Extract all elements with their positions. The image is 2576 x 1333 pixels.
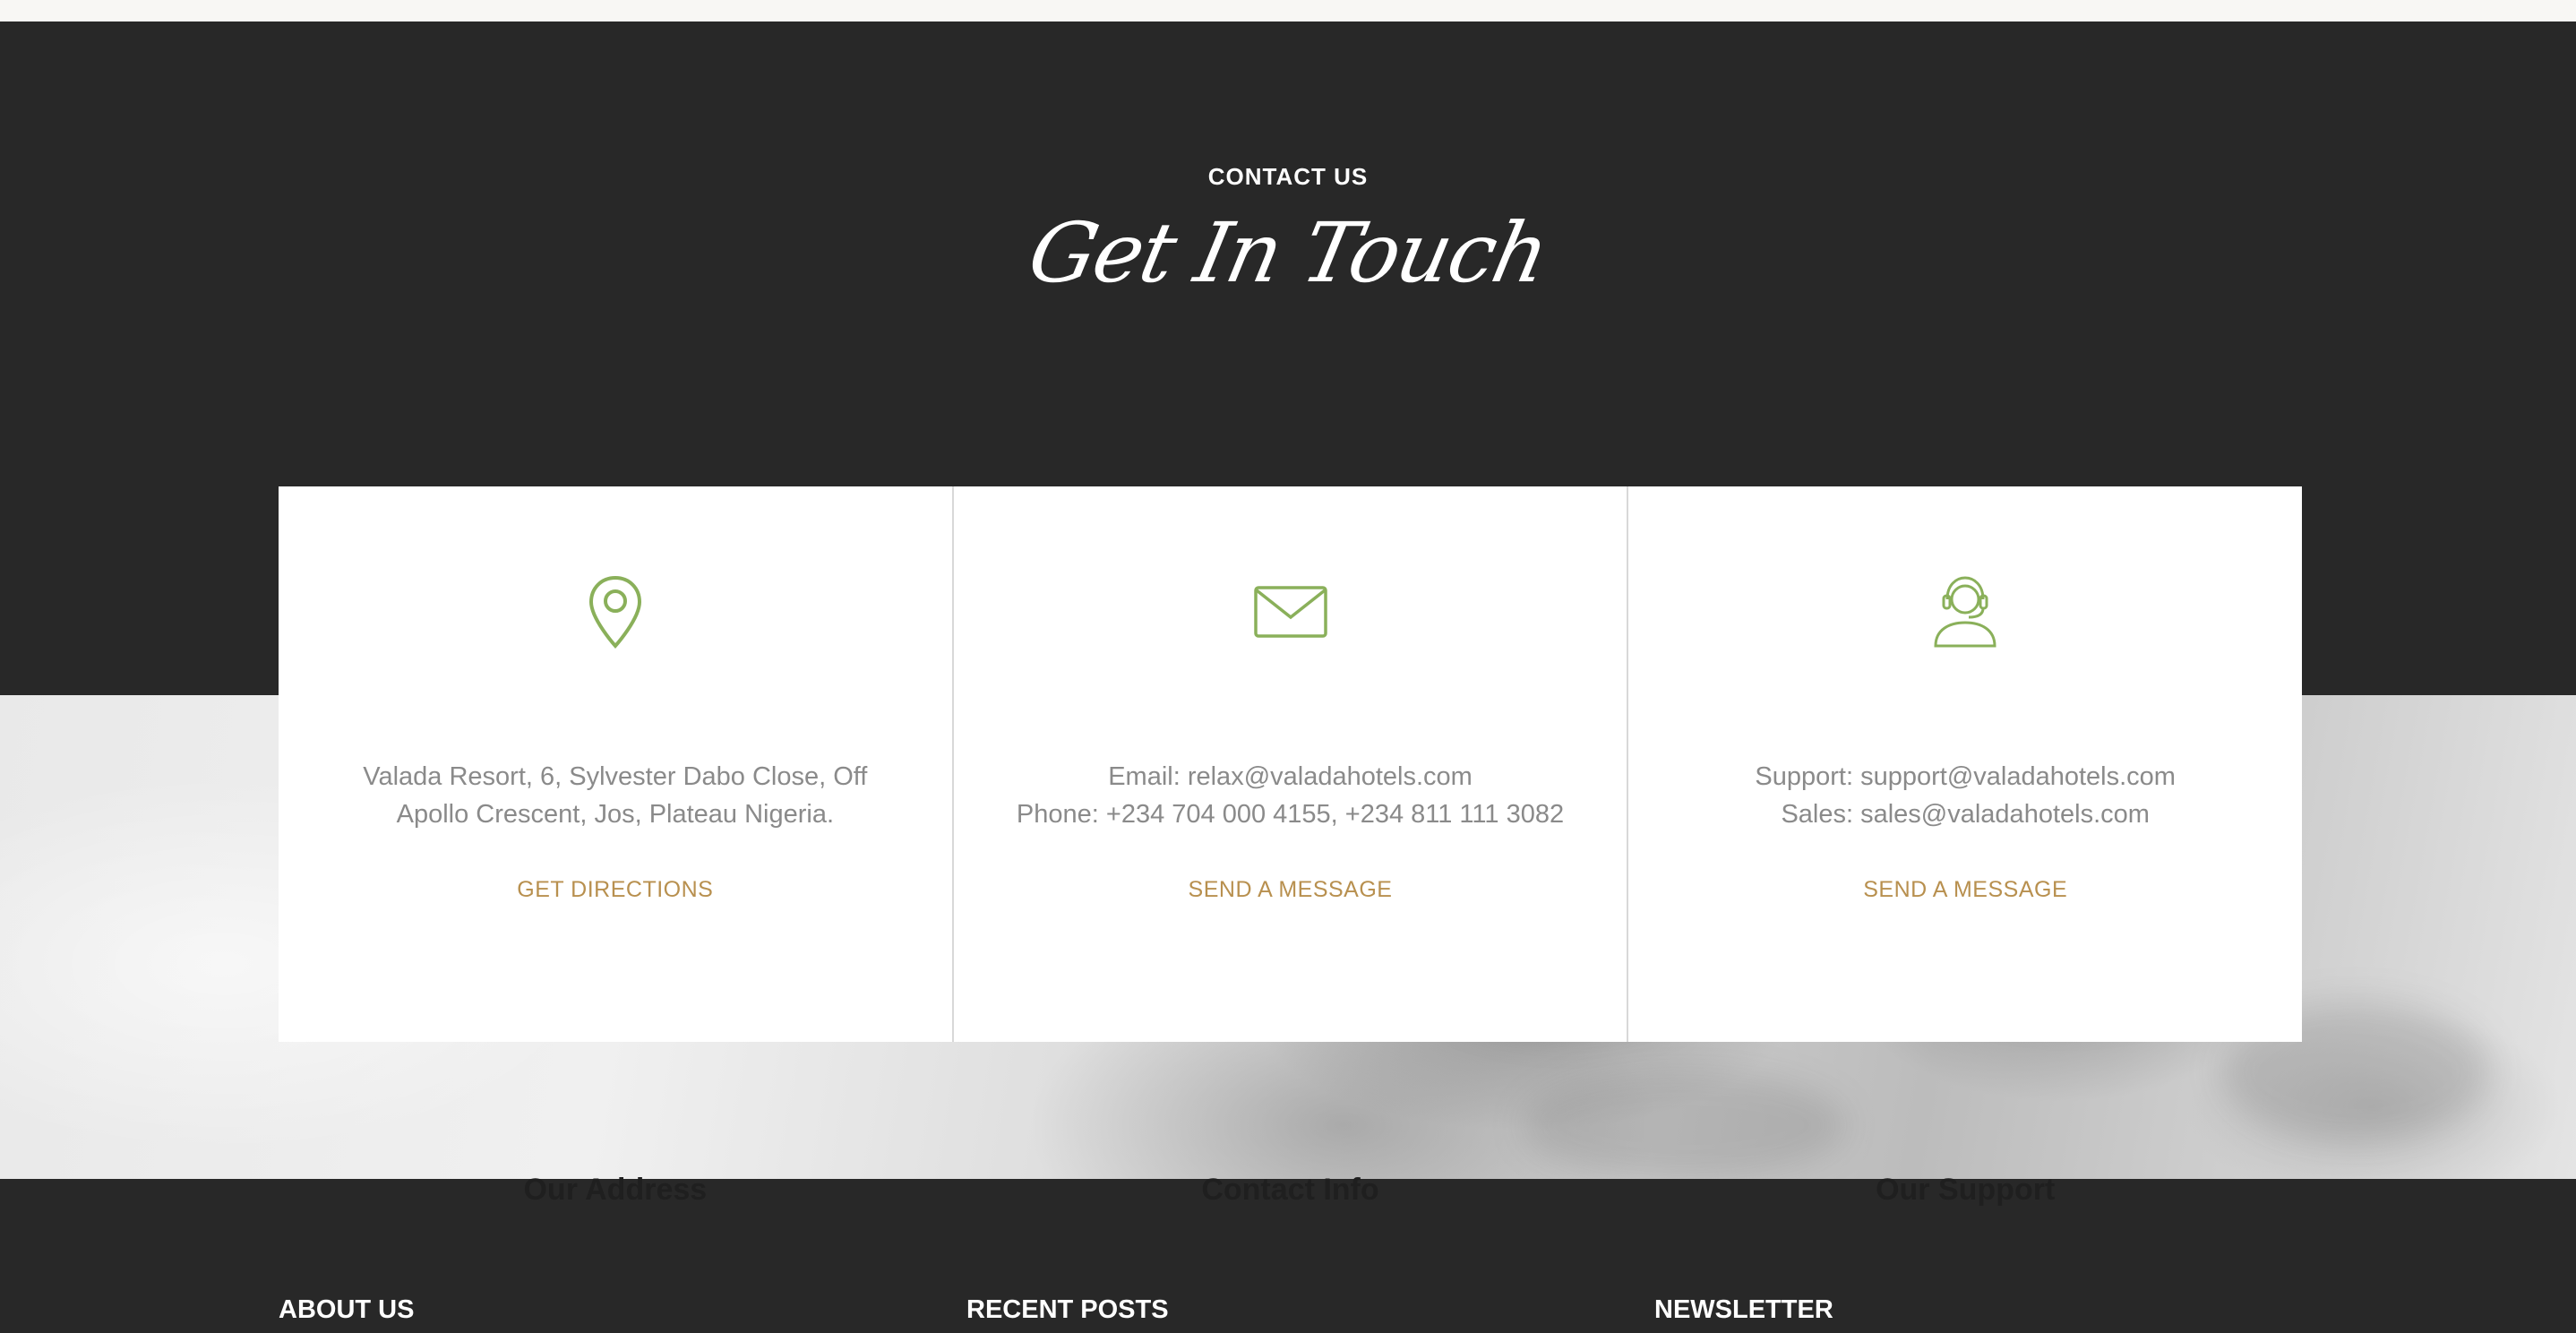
send-message-link[interactable]: SEND A MESSAGE: [954, 877, 1627, 903]
envelope-icon: [954, 574, 1627, 649]
card-text-line: Email: relax@valadahotels.com: [1108, 762, 1473, 791]
card-title: Contact Info: [1201, 1173, 1379, 1207]
support-agent-icon: [1628, 574, 2302, 649]
card-text-line: Sales: sales@valadahotels.com: [1781, 800, 2150, 829]
card-text: Support: support@valadahotels.com Sales:…: [1664, 758, 2266, 833]
card-text: Email: relax@valadahotels.com Phone: +23…: [990, 758, 1592, 833]
card-text-line: Valada Resort, 6, Sylvester Dabo Close, …: [363, 762, 868, 791]
address-card: Our Address Valada Resort, 6, Sylvester …: [279, 486, 952, 1207]
get-directions-link[interactable]: GET DIRECTIONS: [279, 877, 952, 903]
card-text: Valada Resort, 6, Sylvester Dabo Close, …: [314, 758, 916, 833]
card-text-line: Phone: +234 704 000 4155, +234 811 111 3…: [1016, 800, 1565, 829]
card-text-line: Apollo Crescent, Jos, Plateau Nigeria.: [396, 800, 835, 829]
support-card: Our Support Support: support@valadahotel…: [1627, 486, 2303, 1207]
map-pin-icon: [279, 574, 952, 649]
contact-cards: Our Address Valada Resort, 6, Sylvester …: [279, 486, 2303, 1207]
footer-heading-about: ABOUT US: [279, 1295, 415, 1324]
section-eyebrow: CONTACT US: [1207, 163, 1369, 190]
contact-info-card: Contact Info Email: relax@valadahotels.c…: [951, 486, 1627, 1207]
top-strip: [0, 0, 2576, 22]
section-title: Get In Touch: [1020, 205, 1556, 301]
card-title: Our Address: [523, 1173, 708, 1207]
card-text-line: Support: support@valadahotels.com: [1755, 762, 2176, 791]
footer-heading-newsletter: NEWSLETTER: [1654, 1295, 1833, 1324]
card-title: Our Support: [1876, 1173, 2056, 1207]
send-message-link[interactable]: SEND A MESSAGE: [1628, 877, 2302, 903]
footer-heading-recent-posts: RECENT POSTS: [966, 1295, 1169, 1324]
